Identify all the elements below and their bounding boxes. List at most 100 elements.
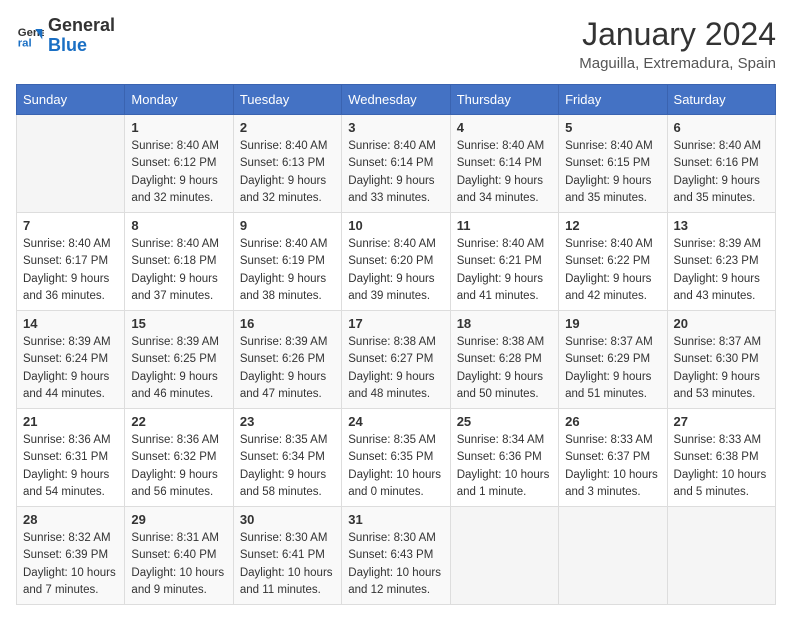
logo-line2: Blue xyxy=(48,36,115,56)
day-detail: Sunrise: 8:38 AMSunset: 6:27 PMDaylight:… xyxy=(348,334,443,403)
day-detail: Sunrise: 8:35 AMSunset: 6:34 PMDaylight:… xyxy=(240,432,335,501)
calendar-title: January 2024 xyxy=(579,16,776,53)
logo-line1: General xyxy=(48,16,115,36)
day-number: 26 xyxy=(565,414,660,429)
day-number: 9 xyxy=(240,218,335,233)
day-detail: Sunrise: 8:37 AMSunset: 6:29 PMDaylight:… xyxy=(565,334,660,403)
day-detail: Sunrise: 8:40 AMSunset: 6:19 PMDaylight:… xyxy=(240,236,335,305)
day-cell: 13 Sunrise: 8:39 AMSunset: 6:23 PMDayligh… xyxy=(667,213,775,311)
day-number: 19 xyxy=(565,316,660,331)
day-cell: 29 Sunrise: 8:31 AMSunset: 6:40 PMDayligh… xyxy=(125,507,233,605)
day-number: 5 xyxy=(565,120,660,135)
day-number: 15 xyxy=(131,316,226,331)
day-detail: Sunrise: 8:31 AMSunset: 6:40 PMDaylight:… xyxy=(131,530,226,599)
page-header: Gene ral General Blue January 2024 Magui… xyxy=(16,16,776,72)
day-number: 10 xyxy=(348,218,443,233)
day-cell xyxy=(667,507,775,605)
day-number: 28 xyxy=(23,512,118,527)
day-cell: 6Sunrise: 8:40 AMSunset: 6:16 PMDaylight… xyxy=(667,115,775,213)
day-number: 23 xyxy=(240,414,335,429)
day-cell: 17 Sunrise: 8:38 AMSunset: 6:27 PMDayligh… xyxy=(342,311,450,409)
day-cell: 4 Sunrise: 8:40 AMSunset: 6:14 PMDaylight… xyxy=(450,115,558,213)
day-detail: Sunrise: 8:35 AMSunset: 6:35 PMDaylight:… xyxy=(348,432,443,501)
day-detail: Sunrise: 8:32 AMSunset: 6:39 PMDaylight:… xyxy=(23,530,118,599)
day-detail: Sunrise: 8:30 AMSunset: 6:43 PMDaylight:… xyxy=(348,530,443,599)
day-detail: Sunrise: 8:40 AMSunset: 6:20 PMDaylight:… xyxy=(348,236,443,305)
day-cell: 3Sunrise: 8:40 AMSunset: 6:14 PMDaylight… xyxy=(342,115,450,213)
day-number: 2 xyxy=(240,120,335,135)
day-number: 30 xyxy=(240,512,335,527)
day-number: 24 xyxy=(348,414,443,429)
calendar-body: 1 Sunrise: 8:40 AMSunset: 6:12 PMDaylight… xyxy=(17,115,776,605)
day-cell: 18 Sunrise: 8:38 AMSunset: 6:28 PMDayligh… xyxy=(450,311,558,409)
day-number: 8 xyxy=(131,218,226,233)
header-thursday: Thursday xyxy=(450,85,558,115)
day-cell: 23 Sunrise: 8:35 AMSunset: 6:34 PMDayligh… xyxy=(233,409,341,507)
day-detail: Sunrise: 8:30 AMSunset: 6:41 PMDaylight:… xyxy=(240,530,335,599)
day-detail: Sunrise: 8:33 AMSunset: 6:37 PMDaylight:… xyxy=(565,432,660,501)
week-row-4: 28 Sunrise: 8:32 AMSunset: 6:39 PMDayligh… xyxy=(17,507,776,605)
day-number: 27 xyxy=(674,414,769,429)
day-number: 17 xyxy=(348,316,443,331)
day-cell: 26 Sunrise: 8:33 AMSunset: 6:37 PMDayligh… xyxy=(559,409,667,507)
day-cell: 19 Sunrise: 8:37 AMSunset: 6:29 PMDayligh… xyxy=(559,311,667,409)
day-detail: Sunrise: 8:40 AMSunset: 6:14 PMDaylight:… xyxy=(457,138,552,207)
header-wednesday: Wednesday xyxy=(342,85,450,115)
day-detail: Sunrise: 8:40 AMSunset: 6:16 PMDaylight:… xyxy=(674,138,769,207)
day-cell: 21 Sunrise: 8:36 AMSunset: 6:31 PMDayligh… xyxy=(17,409,125,507)
day-detail: Sunrise: 8:40 AMSunset: 6:12 PMDaylight:… xyxy=(131,138,226,207)
day-number: 21 xyxy=(23,414,118,429)
day-number: 14 xyxy=(23,316,118,331)
header-saturday: Saturday xyxy=(667,85,775,115)
day-detail: Sunrise: 8:38 AMSunset: 6:28 PMDaylight:… xyxy=(457,334,552,403)
day-detail: Sunrise: 8:39 AMSunset: 6:25 PMDaylight:… xyxy=(131,334,226,403)
day-detail: Sunrise: 8:40 AMSunset: 6:18 PMDaylight:… xyxy=(131,236,226,305)
header-monday: Monday xyxy=(125,85,233,115)
day-number: 1 xyxy=(131,120,226,135)
title-area: January 2024 Maguilla, Extremadura, Spai… xyxy=(579,16,776,72)
day-detail: Sunrise: 8:36 AMSunset: 6:32 PMDaylight:… xyxy=(131,432,226,501)
week-row-2: 14 Sunrise: 8:39 AMSunset: 6:24 PMDayligh… xyxy=(17,311,776,409)
day-cell xyxy=(17,115,125,213)
day-cell: 10 Sunrise: 8:40 AMSunset: 6:20 PMDayligh… xyxy=(342,213,450,311)
day-cell: 12Sunrise: 8:40 AMSunset: 6:22 PMDayligh… xyxy=(559,213,667,311)
day-detail: Sunrise: 8:40 AMSunset: 6:22 PMDaylight:… xyxy=(565,236,660,305)
day-detail: Sunrise: 8:40 AMSunset: 6:15 PMDaylight:… xyxy=(565,138,660,207)
day-cell: 15 Sunrise: 8:39 AMSunset: 6:25 PMDayligh… xyxy=(125,311,233,409)
day-number: 20 xyxy=(674,316,769,331)
day-cell: 9 Sunrise: 8:40 AMSunset: 6:19 PMDaylight… xyxy=(233,213,341,311)
day-cell: 14 Sunrise: 8:39 AMSunset: 6:24 PMDayligh… xyxy=(17,311,125,409)
day-number: 7 xyxy=(23,218,118,233)
day-detail: Sunrise: 8:40 AMSunset: 6:13 PMDaylight:… xyxy=(240,138,335,207)
day-detail: Sunrise: 8:40 AMSunset: 6:14 PMDaylight:… xyxy=(348,138,443,207)
day-number: 18 xyxy=(457,316,552,331)
day-number: 4 xyxy=(457,120,552,135)
logo-icon: Gene ral xyxy=(16,22,44,50)
day-cell: 1 Sunrise: 8:40 AMSunset: 6:12 PMDaylight… xyxy=(125,115,233,213)
day-number: 16 xyxy=(240,316,335,331)
week-row-0: 1 Sunrise: 8:40 AMSunset: 6:12 PMDaylight… xyxy=(17,115,776,213)
day-detail: Sunrise: 8:39 AMSunset: 6:26 PMDaylight:… xyxy=(240,334,335,403)
day-cell: 5 Sunrise: 8:40 AMSunset: 6:15 PMDaylight… xyxy=(559,115,667,213)
week-row-1: 7Sunrise: 8:40 AMSunset: 6:17 PMDaylight… xyxy=(17,213,776,311)
day-detail: Sunrise: 8:39 AMSunset: 6:23 PMDaylight:… xyxy=(674,236,769,305)
day-number: 29 xyxy=(131,512,226,527)
day-cell: 11Sunrise: 8:40 AMSunset: 6:21 PMDayligh… xyxy=(450,213,558,311)
day-number: 13 xyxy=(674,218,769,233)
day-detail: Sunrise: 8:36 AMSunset: 6:31 PMDaylight:… xyxy=(23,432,118,501)
day-cell xyxy=(559,507,667,605)
day-detail: Sunrise: 8:39 AMSunset: 6:24 PMDaylight:… xyxy=(23,334,118,403)
header-friday: Friday xyxy=(559,85,667,115)
day-number: 25 xyxy=(457,414,552,429)
header-tuesday: Tuesday xyxy=(233,85,341,115)
day-cell: 22Sunrise: 8:36 AMSunset: 6:32 PMDayligh… xyxy=(125,409,233,507)
day-detail: Sunrise: 8:34 AMSunset: 6:36 PMDaylight:… xyxy=(457,432,552,501)
day-cell: 27 Sunrise: 8:33 AMSunset: 6:38 PMDayligh… xyxy=(667,409,775,507)
day-detail: Sunrise: 8:33 AMSunset: 6:38 PMDaylight:… xyxy=(674,432,769,501)
day-cell: 16 Sunrise: 8:39 AMSunset: 6:26 PMDayligh… xyxy=(233,311,341,409)
day-cell: 20Sunrise: 8:37 AMSunset: 6:30 PMDayligh… xyxy=(667,311,775,409)
day-detail: Sunrise: 8:40 AMSunset: 6:21 PMDaylight:… xyxy=(457,236,552,305)
svg-text:ral: ral xyxy=(18,37,32,49)
day-cell: 25 Sunrise: 8:34 AMSunset: 6:36 PMDayligh… xyxy=(450,409,558,507)
day-cell: 31Sunrise: 8:30 AMSunset: 6:43 PMDayligh… xyxy=(342,507,450,605)
